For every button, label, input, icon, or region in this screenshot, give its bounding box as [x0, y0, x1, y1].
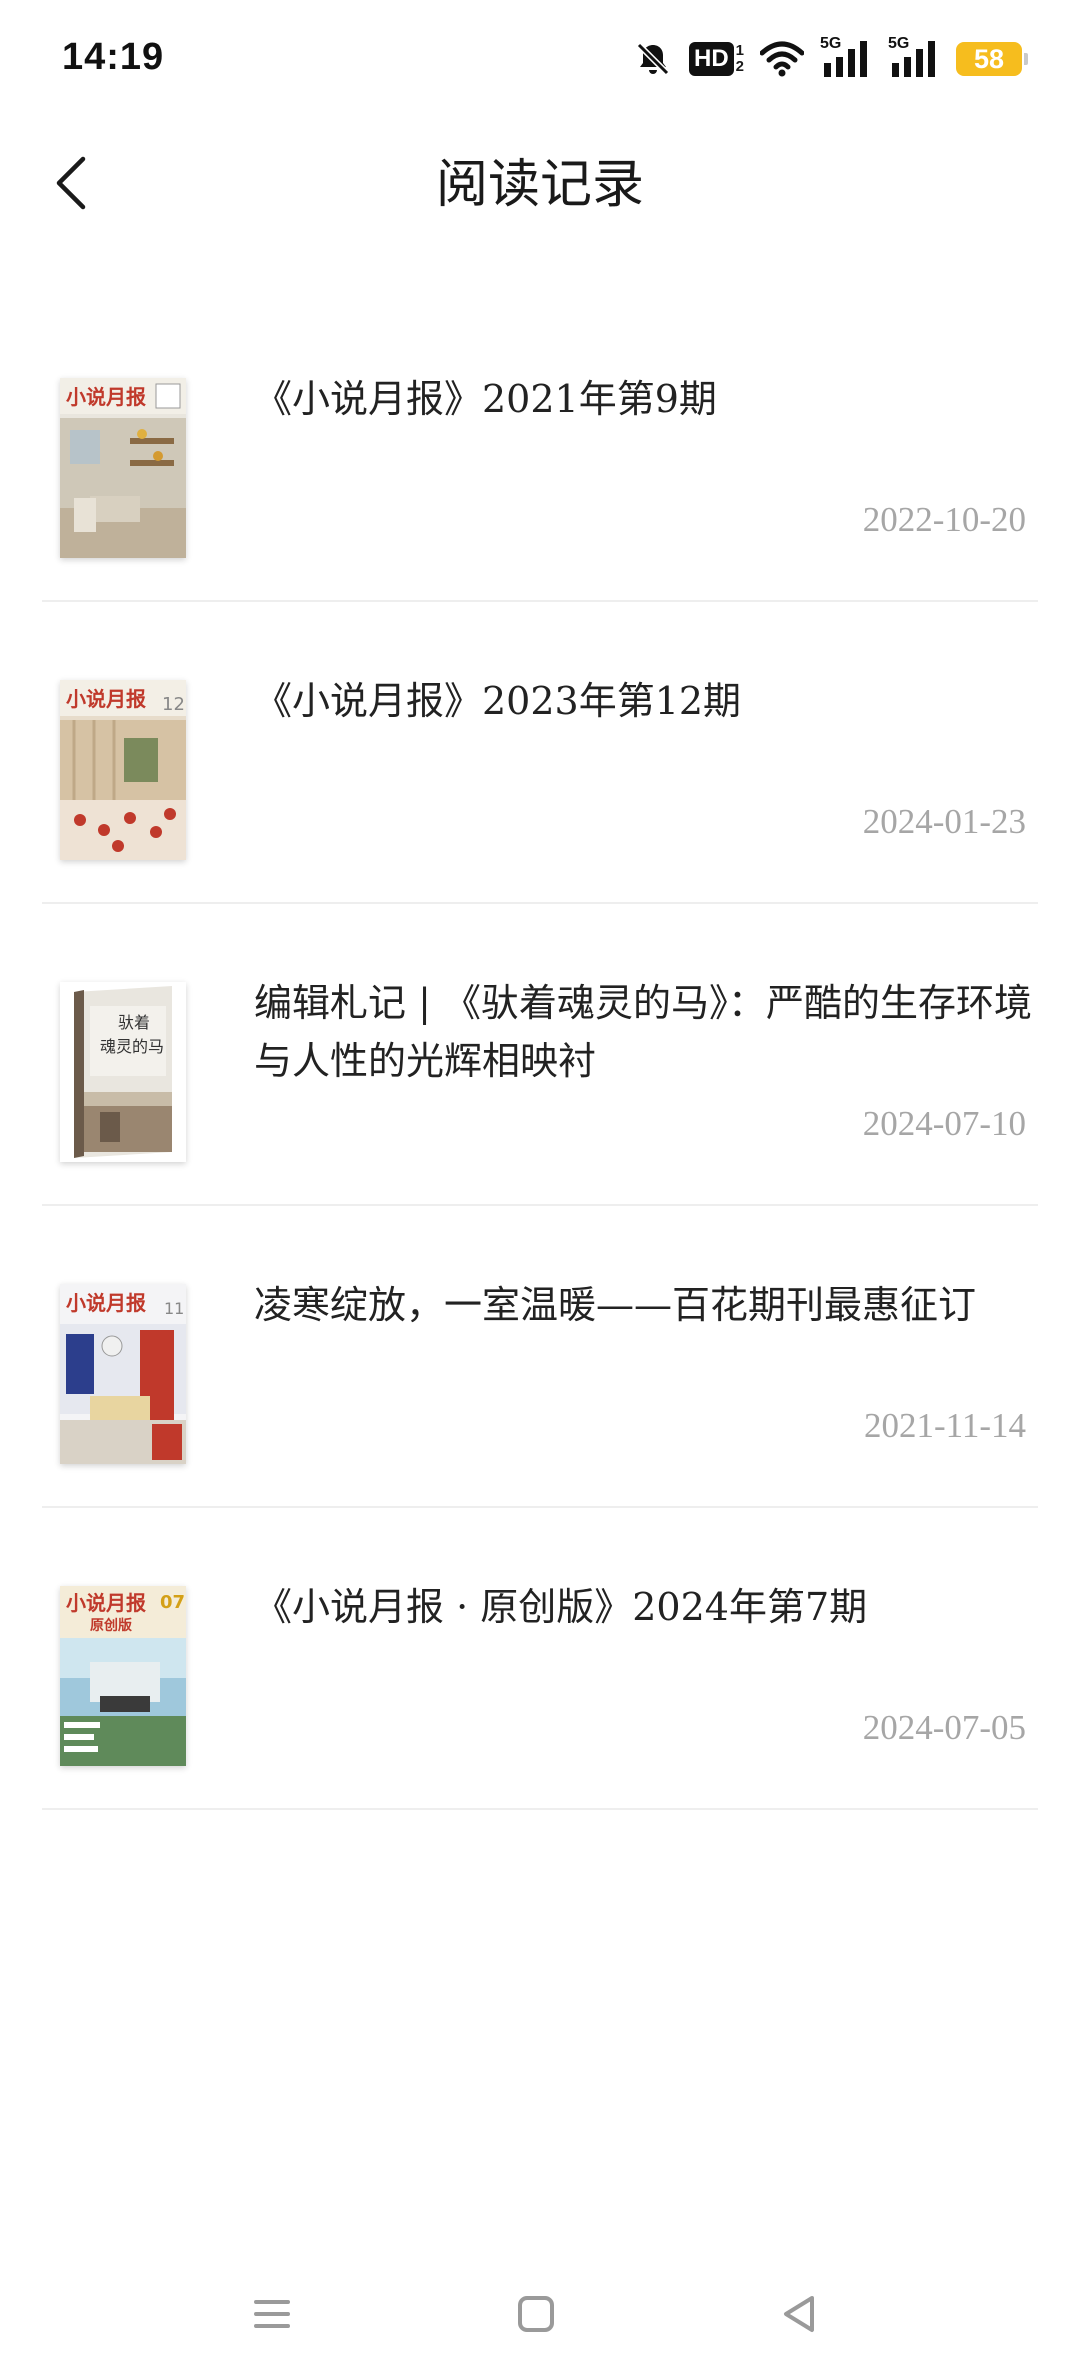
wifi-icon: [760, 41, 804, 77]
magazine-cover-image: 小说月报: [60, 378, 186, 558]
magazine-cover-image: 小说月报 07 原创版: [60, 1586, 186, 1766]
battery-icon: 58: [956, 42, 1028, 76]
svg-text:原创版: 原创版: [90, 1617, 132, 1634]
record-title: 凌寒绽放，一室温暖——百花期刊最惠征订: [254, 1283, 977, 1327]
record-date: 2024-07-10: [862, 1104, 1026, 1143]
home-square-icon: [514, 2292, 558, 2341]
magazine-cover-image: 小说月报 12: [60, 680, 186, 860]
svg-text:12: 12: [162, 694, 185, 715]
magazine-cover-image: 小说月报 11: [60, 1284, 186, 1464]
svg-text:小说月报: 小说月报: [66, 385, 146, 409]
bell-muted-icon: [633, 39, 673, 79]
list-item[interactable]: 驮着 魂灵的马 编辑札记 | 《驮着魂灵的马》：严酷的生存环境与人性的光辉相映衬…: [42, 904, 1038, 1206]
record-date: 2021-11-14: [863, 1406, 1026, 1445]
svg-text:小说月报: 小说月报: [66, 1291, 146, 1315]
record-title: 《小说月报 · 原创版》2024年第7期: [254, 1585, 868, 1629]
hd-sim-indicator: 1 2: [736, 43, 744, 75]
list-item[interactable]: 小说月报 11 凌寒绽放，一室温暖——百花期刊最惠征订 2021-11-14: [42, 1206, 1038, 1508]
svg-text:11: 11: [164, 1299, 184, 1318]
hd-label: HD: [688, 42, 734, 76]
signal-label: 5G: [820, 35, 842, 52]
recent-apps-button[interactable]: [240, 2284, 304, 2348]
record-date: 2022-10-20: [862, 500, 1026, 539]
status-time: 14:19: [62, 36, 165, 78]
reading-record-list: 小说月报 《小说月报》2021年第9期 2022-10-20 小说月报 12 《…: [42, 300, 1038, 1810]
svg-text:魂灵的马: 魂灵的马: [100, 1037, 164, 1056]
header: 阅读记录: [0, 120, 1080, 250]
menu-icon: [250, 2294, 294, 2339]
record-title: 编辑札记 | 《驮着魂灵的马》：严酷的生存环境与人性的光辉相映衬: [254, 981, 1032, 1083]
record-date: 2024-07-05: [862, 1708, 1026, 1747]
svg-text:小说月报: 小说月报: [66, 1591, 146, 1615]
svg-text:07: 07: [160, 1592, 185, 1613]
list-item[interactable]: 小说月报 《小说月报》2021年第9期 2022-10-20: [42, 300, 1038, 602]
system-back-button[interactable]: [768, 2284, 832, 2348]
record-title: 《小说月报》2023年第12期: [254, 679, 742, 723]
hd-icon: HD 1 2: [688, 42, 744, 76]
list-item[interactable]: 小说月报 07 原创版 《小说月报 · 原创版》2024年第7期 2024-07…: [42, 1508, 1038, 1810]
list-item[interactable]: 小说月报 12 《小说月报》2023年第12期 2024-01-23: [42, 602, 1038, 904]
hd-sim-top: 1: [735, 42, 744, 59]
record-title: 《小说月报》2021年第9期: [254, 377, 717, 421]
svg-text:小说月报: 小说月报: [66, 687, 146, 711]
page-title: 阅读记录: [435, 156, 644, 214]
home-button[interactable]: [504, 2284, 568, 2348]
signal-label: 5G: [888, 35, 910, 52]
hd-sim-bottom: 2: [735, 58, 744, 75]
status-icons: HD 1 2 5G 5G 58: [633, 34, 1028, 84]
status-bar: 14:19 HD 1 2 5G 5G 58: [0, 0, 1080, 120]
signal-5g-icon: 5G: [820, 35, 872, 79]
record-date: 2024-01-23: [862, 802, 1026, 841]
book-cover-image: 驮着 魂灵的马: [60, 982, 186, 1162]
svg-text:驮着: 驮着: [118, 1013, 150, 1032]
system-nav-bar: [0, 2256, 1080, 2376]
back-triangle-icon: [778, 2292, 822, 2341]
signal-5g-icon: 5G: [888, 35, 940, 79]
battery-level: 58: [973, 43, 1005, 74]
